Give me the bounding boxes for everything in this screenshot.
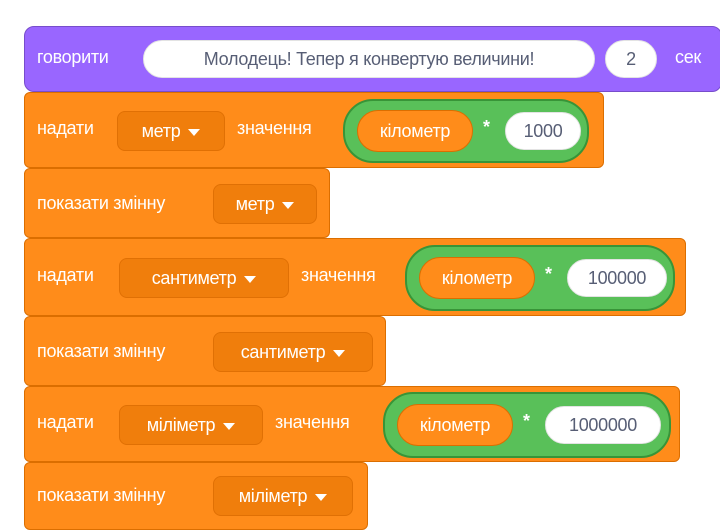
multiply-operator-block[interactable]: кілометр * 1000	[343, 99, 589, 163]
factor-input[interactable]: 1000	[505, 112, 581, 150]
dropdown-arrow-icon	[315, 493, 328, 501]
dropdown-arrow-icon	[244, 275, 257, 283]
set-label: надати	[37, 412, 94, 432]
show-variable-block[interactable]: показати змінну сантиметр	[24, 316, 386, 386]
multiply-operator: *	[483, 117, 490, 137]
set-label: надати	[37, 265, 94, 285]
variable-name: міліметр	[238, 485, 308, 506]
variable-dropdown[interactable]: міліметр	[213, 476, 353, 516]
multiply-operator-block[interactable]: кілометр * 100000	[405, 245, 675, 311]
show-variable-block[interactable]: показати змінну міліметр	[24, 462, 368, 530]
factor-input[interactable]: 100000	[567, 259, 667, 297]
seconds-unit-label: сек	[675, 47, 701, 67]
set-variable-block[interactable]: надати сантиметр значення кілометр * 100…	[24, 238, 686, 316]
kilometer-reporter[interactable]: кілометр	[357, 110, 473, 152]
say-for-secs-block[interactable]: говорити Молодець! Тепер я конвертую вел…	[24, 26, 720, 92]
variable-dropdown[interactable]: міліметр	[119, 405, 263, 445]
show-variable-block[interactable]: показати змінну метр	[24, 168, 330, 238]
variable-dropdown[interactable]: метр	[213, 184, 317, 224]
message-input[interactable]: Молодець! Тепер я конвертую величини!	[143, 40, 595, 78]
dropdown-arrow-icon	[282, 201, 295, 209]
to-label: значення	[301, 265, 376, 285]
kilometer-reporter[interactable]: кілометр	[397, 404, 513, 446]
set-variable-block[interactable]: надати метр значення кілометр * 1000	[24, 92, 604, 168]
variable-name: міліметр	[146, 414, 216, 435]
dropdown-arrow-icon	[223, 422, 236, 430]
variable-dropdown[interactable]: сантиметр	[119, 258, 289, 298]
factor-input[interactable]: 1000000	[545, 406, 661, 444]
say-label: говорити	[37, 47, 109, 67]
variable-name: метр	[235, 193, 275, 214]
kilometer-reporter[interactable]: кілометр	[419, 257, 535, 299]
multiply-operator: *	[545, 264, 552, 284]
variable-dropdown[interactable]: сантиметр	[213, 332, 373, 372]
variable-name: сантиметр	[240, 341, 326, 362]
multiply-operator: *	[523, 411, 530, 431]
to-label: значення	[275, 412, 350, 432]
show-label: показати змінну	[37, 341, 166, 361]
multiply-operator-block[interactable]: кілометр * 1000000	[383, 392, 671, 458]
variable-name: метр	[141, 120, 181, 141]
set-label: надати	[37, 118, 94, 138]
variable-dropdown[interactable]: метр	[117, 111, 225, 151]
show-label: показати змінну	[37, 485, 166, 505]
dropdown-arrow-icon	[188, 128, 201, 136]
to-label: значення	[237, 118, 312, 138]
show-label: показати змінну	[37, 193, 166, 213]
seconds-input[interactable]: 2	[605, 40, 657, 78]
set-variable-block[interactable]: надати міліметр значення кілометр * 1000…	[24, 386, 680, 462]
dropdown-arrow-icon	[333, 349, 346, 357]
variable-name: сантиметр	[151, 267, 237, 288]
